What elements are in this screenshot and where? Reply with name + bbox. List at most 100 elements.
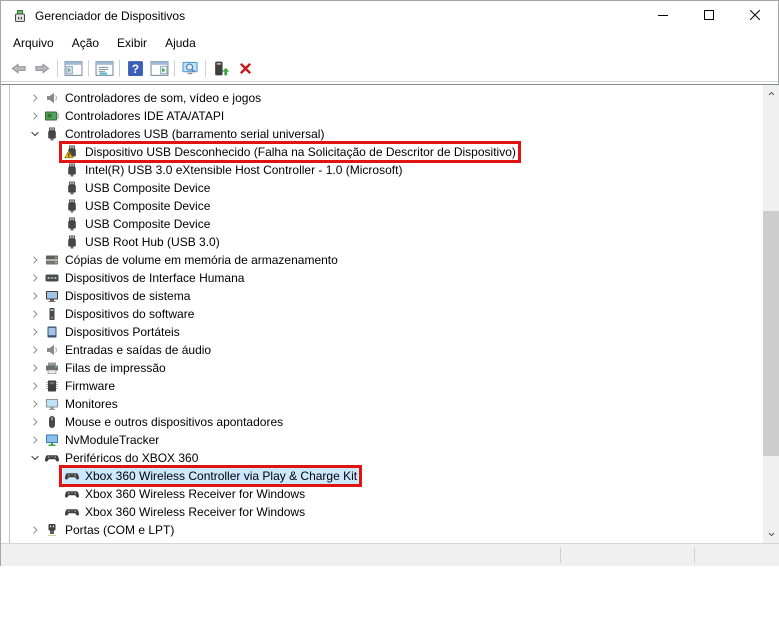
toolbar-show-console-tree-button[interactable] [61, 56, 85, 80]
tree-item-content[interactable]: Controladores IDE ATA/ATAPI [43, 107, 227, 125]
tree-item[interactable]: Xbox 360 Wireless Controller via Play & … [10, 465, 763, 487]
scrollbar-thumb[interactable] [763, 211, 779, 456]
tree-item-label: Dispositivos do software [65, 307, 195, 321]
chevron-right-icon[interactable] [27, 522, 43, 538]
tree-item[interactable]: Portas (COM e LPT) [10, 521, 763, 539]
chevron-placeholder [47, 486, 63, 502]
tree-item-content[interactable]: Xbox 360 Wireless Receiver for Windows [63, 485, 308, 503]
minimize-icon [658, 7, 668, 25]
chevron-right-icon[interactable] [27, 342, 43, 358]
usb-icon [44, 126, 60, 142]
tree-item[interactable]: USB Composite Device [10, 197, 763, 215]
tree-item-content[interactable]: Periféricos do XBOX 360 [43, 449, 201, 467]
tree-item-content[interactable]: NvModuleTracker [43, 431, 162, 449]
chevron-right-icon[interactable] [27, 252, 43, 268]
tree-item[interactable]: USB Composite Device [10, 215, 763, 233]
toolbar-forward-button[interactable] [30, 56, 54, 80]
tree-item-content[interactable]: Firmware [43, 377, 118, 395]
tree-item-content[interactable]: Mouse e outros dispositivos apontadores [43, 413, 286, 431]
device-tree: Controladores de som, vídeo e jogos Contr… [10, 85, 763, 543]
tree-item[interactable]: Intel(R) USB 3.0 eXtensible Host Control… [10, 161, 763, 179]
toolbar-help-button[interactable]: ? [123, 56, 147, 80]
menu-item-exibir[interactable]: Exibir [108, 33, 156, 53]
tree-item-content[interactable]: Dispositivos do software [43, 305, 197, 323]
usb-icon [64, 162, 80, 178]
tree-item-content[interactable]: Filas de impressão [43, 359, 169, 377]
tree-item-content[interactable]: Portas (COM e LPT) [43, 521, 177, 539]
tree-item[interactable]: Xbox 360 Wireless Receiver for Windows [10, 485, 763, 503]
tree-item-content[interactable]: Cópias de volume em memória de armazenam… [43, 251, 341, 269]
maximize-button[interactable] [686, 1, 732, 31]
toolbar-uninstall-button[interactable] [233, 56, 257, 80]
tree-item-content[interactable]: Dispositivos Portáteis [43, 323, 183, 341]
tree-item[interactable]: Dispositivos de sistema [10, 287, 763, 305]
toolbar-back-button[interactable] [6, 56, 30, 80]
tree-item[interactable]: Entradas e saídas de áudio [10, 341, 763, 359]
tree-item[interactable]: Monitores [10, 395, 763, 413]
toolbar-show-action-pane-button[interactable] [147, 56, 171, 80]
toolbar-properties-button[interactable] [92, 56, 116, 80]
tree-item[interactable]: Mouse e outros dispositivos apontadores [10, 413, 763, 431]
toolbar-separator [88, 59, 89, 77]
chevron-right-icon[interactable] [27, 108, 43, 124]
toolbar-scan-hardware-changes-button[interactable] [178, 56, 202, 80]
chevron-right-icon[interactable] [27, 432, 43, 448]
chevron-right-icon[interactable] [27, 378, 43, 394]
tree-item[interactable]: Dispositivos Portáteis [10, 323, 763, 341]
chevron-right-icon[interactable] [27, 324, 43, 340]
chevron-down-icon[interactable] [27, 450, 43, 466]
tree-item-label: Firmware [65, 379, 115, 393]
tree-item-content[interactable]: Controladores de som, vídeo e jogos [43, 89, 264, 107]
tree-item-content[interactable]: Intel(R) USB 3.0 eXtensible Host Control… [63, 161, 405, 179]
tree-item[interactable]: Filas de impressão [10, 359, 763, 377]
tree-item[interactable]: Controladores IDE ATA/ATAPI [10, 107, 763, 125]
menu-item-ajuda[interactable]: Ajuda [156, 33, 205, 53]
chevron-right-icon[interactable] [27, 288, 43, 304]
tree-item[interactable]: Cópias de volume em memória de armazenam… [10, 251, 763, 269]
tree-item[interactable]: Periféricos do XBOX 360 [10, 449, 763, 467]
chevron-placeholder [47, 180, 63, 196]
tree-item[interactable]: Dispositivos de Interface Humana [10, 269, 763, 287]
scroll-down-icon[interactable] [763, 526, 779, 543]
tree-item[interactable]: NvModuleTracker [10, 431, 763, 449]
chevron-right-icon[interactable] [27, 306, 43, 322]
tree-item[interactable]: Firmware [10, 377, 763, 395]
tree-item[interactable]: Controladores USB (barramento serial uni… [10, 125, 763, 143]
tree-item[interactable]: Dispositivos do software [10, 305, 763, 323]
menu-item-acao[interactable]: Ação [63, 33, 108, 53]
tree-item-content[interactable]: Entradas e saídas de áudio [43, 341, 214, 359]
toolbar-update-driver-button[interactable] [209, 56, 233, 80]
usb-icon [64, 180, 80, 196]
tree-item[interactable]: Controladores de som, vídeo e jogos [10, 89, 763, 107]
tree-item-content[interactable]: Xbox 360 Wireless Receiver for Windows [63, 503, 308, 521]
tree-item-content-selected[interactable]: Xbox 360 Wireless Controller via Play & … [59, 465, 363, 487]
chevron-down-icon[interactable] [27, 126, 43, 142]
tree-item[interactable]: Xbox 360 Wireless Receiver for Windows [10, 503, 763, 521]
chevron-right-icon[interactable] [27, 396, 43, 412]
tree-item-content[interactable]: Dispositivos de Interface Humana [43, 269, 247, 287]
chevron-right-icon[interactable] [27, 360, 43, 376]
tree-item-content[interactable]: USB Composite Device [63, 179, 213, 197]
tree-item-content[interactable]: Monitores [43, 395, 121, 413]
tree-item-content[interactable]: USB Composite Device [63, 215, 213, 233]
tree-item-content[interactable]: USB Root Hub (USB 3.0) [63, 233, 223, 251]
tree-item[interactable]: Dispositivo USB Desconhecido (Falha na S… [10, 141, 763, 163]
toolbar-separator [174, 59, 175, 77]
close-button[interactable] [732, 1, 778, 31]
scroll-up-icon[interactable] [763, 85, 779, 102]
tree-item-content[interactable]: USB Composite Device [63, 197, 213, 215]
chevron-right-icon[interactable] [27, 270, 43, 286]
chevron-right-icon[interactable] [27, 90, 43, 106]
chevron-right-icon[interactable] [27, 414, 43, 430]
tree-item[interactable]: USB Root Hub (USB 3.0) [10, 233, 763, 251]
vertical-scrollbar[interactable] [763, 85, 779, 543]
minimize-button[interactable] [640, 1, 686, 31]
tree-item-label: Monitores [65, 397, 118, 411]
tree-item[interactable]: USB Composite Device [10, 179, 763, 197]
menu-item-arquivo[interactable]: Arquivo [4, 33, 63, 53]
tree-item-label: USB Composite Device [85, 217, 211, 231]
tree-item-content[interactable]: Dispositivo USB Desconhecido (Falha na S… [59, 141, 521, 163]
tree-item-content[interactable]: Controladores USB (barramento serial uni… [43, 125, 327, 143]
tree-item-content[interactable]: Dispositivos de sistema [43, 287, 193, 305]
usb-warning-icon [64, 144, 80, 160]
